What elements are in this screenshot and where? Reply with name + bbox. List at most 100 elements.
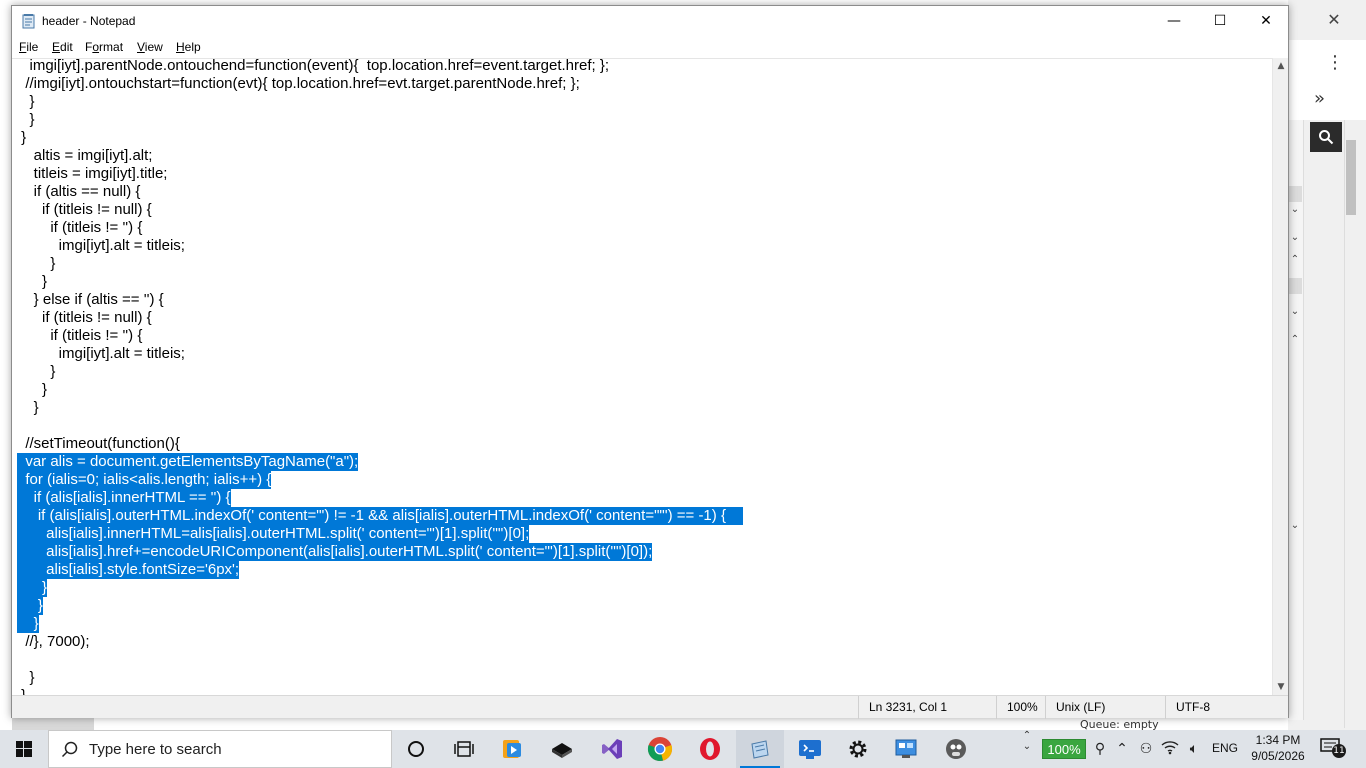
code-line: titleis = imgi[iyt].title; — [17, 165, 168, 182]
code-line: } — [17, 255, 56, 272]
notepad-icon — [21, 13, 37, 29]
taskbar-search-box[interactable]: Type here to search — [48, 730, 392, 768]
chevron-up-icon[interactable]: ⌃ — [1288, 254, 1302, 265]
code-line: } — [17, 363, 56, 380]
clock-time[interactable]: 1:34 PM — [1250, 733, 1306, 748]
menu-format[interactable]: Format — [85, 40, 123, 54]
menu-edit[interactable]: Edit — [52, 40, 73, 54]
opera-icon[interactable] — [686, 730, 734, 768]
zoom-level: 100% — [996, 696, 1046, 719]
code-line: //setTimeout(function(){ — [17, 435, 180, 452]
notepad-window: header - Notepad — ☐ ✕ File Edit Format … — [11, 5, 1289, 719]
code-line: } — [17, 93, 35, 110]
settings-icon[interactable] — [834, 730, 882, 768]
scroll-up-arrow-icon[interactable]: ▲ — [1273, 58, 1289, 74]
chevron-up-icon[interactable]: ⌃ — [1288, 334, 1302, 345]
cursor-position: Ln 3231, Col 1 — [858, 696, 1002, 719]
code-line: if (altis == null) { — [17, 183, 141, 200]
virtualbox-icon[interactable] — [538, 730, 586, 768]
strip-marker — [1288, 186, 1302, 202]
code-line: if (alis[ialis].innerHTML == '') { — [17, 489, 231, 507]
visual-studio-icon[interactable] — [588, 730, 636, 768]
wifi-icon[interactable] — [1160, 739, 1180, 759]
menu-help-accel: H — [176, 40, 185, 54]
code-line: } — [17, 615, 39, 633]
code-line: //}, 7000); — [17, 633, 90, 650]
show-hidden-icons-chevron-icon[interactable]: ⌃ ⌄ — [1018, 730, 1036, 768]
code-line: } — [17, 381, 48, 398]
search-icon[interactable] — [1310, 122, 1342, 152]
search-icon — [61, 741, 79, 763]
kebab-menu-icon[interactable]: ⋮ — [1326, 52, 1344, 73]
usb-icon[interactable]: ⚲ — [1090, 739, 1110, 759]
background-close-icon[interactable]: ✕ — [1322, 8, 1346, 32]
window-title: header - Notepad — [42, 14, 136, 28]
text-editor[interactable]: imgi[iyt].parentNode.ontouchend=function… — [12, 58, 1272, 695]
code-line: } — [17, 687, 26, 695]
menu-help-rest: elp — [184, 40, 201, 54]
menu-file[interactable]: File — [19, 40, 38, 54]
menu-format-rest: rmat — [99, 40, 124, 54]
chevron-down-icon[interactable]: ⌄ — [1288, 232, 1302, 243]
windows-logo-icon — [16, 741, 32, 757]
title-bar[interactable]: header - Notepad — ☐ ✕ — [12, 6, 1288, 36]
close-button[interactable]: ✕ — [1243, 6, 1289, 36]
people-icon[interactable]: ⚇ — [1136, 739, 1156, 759]
menu-file-rest: ile — [26, 40, 39, 54]
clock-date[interactable]: 9/05/2026 — [1250, 749, 1306, 764]
chevron-down-icon[interactable]: ⌄ — [1288, 204, 1302, 215]
chevron-down-icon[interactable]: ⌄ — [1288, 306, 1302, 317]
maximize-button[interactable]: ☐ — [1197, 6, 1243, 36]
code-line: } — [17, 597, 43, 615]
battery-level-badge[interactable]: 100% — [1042, 739, 1086, 759]
code-line: altis = imgi[iyt].alt; — [17, 147, 153, 164]
gimp-icon[interactable] — [932, 730, 980, 768]
double-chevron-icon[interactable]: » — [1314, 88, 1325, 109]
code-line: } — [17, 129, 27, 146]
code-line: alis[ialis].style.fontSize='6px'; — [17, 561, 240, 579]
code-line: } — [17, 111, 35, 128]
code-line: imgi[iyt].parentNode.ontouchend=function… — [17, 58, 610, 74]
notepad-taskbar-icon[interactable] — [736, 730, 784, 768]
chrome-icon[interactable] — [636, 730, 684, 768]
code-line: if (titleis != '') { — [17, 327, 143, 344]
background-window-edge — [12, 718, 94, 730]
vertical-scrollbar[interactable]: ▲ ▼ — [1272, 58, 1288, 695]
code-line: imgi[iyt].alt = titleis; — [17, 345, 185, 362]
code-line: //imgi[iyt].ontouchstart=function(evt){ … — [17, 75, 580, 92]
code-line: for (ialis=0; ialis<alis.length; ialis++… — [17, 471, 272, 489]
start-button[interactable] — [0, 730, 48, 768]
scroll-down-arrow-icon[interactable]: ▼ — [1273, 679, 1289, 695]
notification-count-badge: 11 — [1332, 744, 1346, 758]
task-view-icon[interactable] — [392, 730, 440, 768]
chevron-up-icon[interactable]: ⌃ — [1112, 739, 1132, 759]
notification-center-button[interactable]: 11 — [1318, 736, 1354, 762]
control-panel-icon[interactable] — [882, 730, 930, 768]
menu-bar: File Edit Format View Help — [12, 36, 1288, 58]
menu-help[interactable]: Help — [176, 40, 201, 54]
media-player-icon[interactable] — [488, 730, 536, 768]
background-scroll-thumb[interactable] — [1346, 140, 1356, 215]
line-ending: Unix (LF) — [1045, 696, 1165, 719]
code-line: } — [17, 579, 48, 597]
minimize-button[interactable]: — — [1151, 6, 1197, 36]
search-placeholder: Type here to search — [89, 741, 222, 758]
code-line: } — [17, 273, 48, 290]
menu-view-rest: iew — [144, 40, 163, 54]
speaker-icon[interactable]: 🔈︎ — [1184, 739, 1204, 759]
code-line: if (titleis != '') { — [17, 219, 143, 236]
menu-view[interactable]: View — [137, 40, 163, 54]
menu-edit-rest: dit — [60, 40, 73, 54]
code-line: } else if (altis == '') { — [17, 291, 164, 308]
widgets-icon[interactable] — [440, 730, 488, 768]
terminal-icon[interactable] — [786, 730, 834, 768]
language-indicator[interactable]: ENG — [1212, 741, 1238, 755]
code-line: if (titleis != null) { — [17, 201, 152, 218]
menu-edit-accel: E — [52, 40, 61, 54]
chevron-down-icon[interactable]: ⌄ — [1288, 520, 1302, 531]
strip-marker — [1288, 278, 1302, 294]
code-line: alis[ialis].href+=encodeURIComponent(ali… — [17, 543, 653, 561]
code-line: var alis = document.getElementsByTagName… — [17, 453, 359, 471]
code-line: } — [17, 399, 39, 416]
code-line: if (alis[ialis].outerHTML.indexOf(' cont… — [17, 507, 743, 525]
